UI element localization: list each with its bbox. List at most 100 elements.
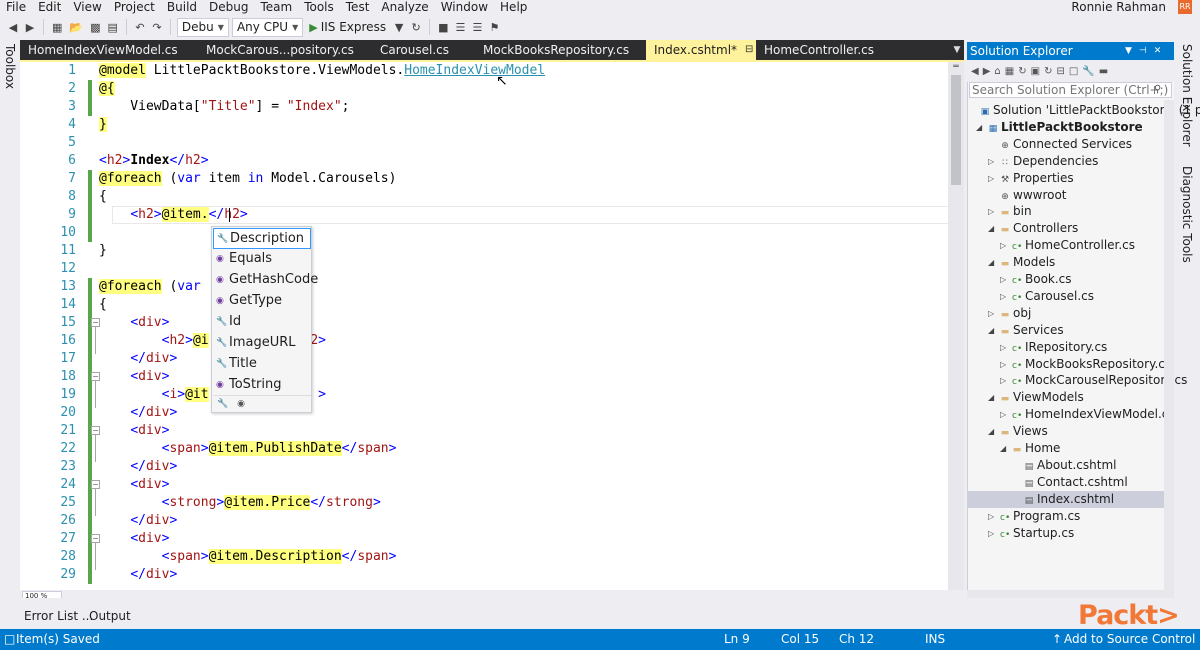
- preview-icon[interactable]: ▬: [1099, 66, 1108, 77]
- bookmark-icon[interactable]: ⚑: [487, 17, 501, 37]
- properties-icon[interactable]: 🔧: [1082, 66, 1094, 77]
- collapse-arrow-icon[interactable]: ◢: [988, 220, 994, 237]
- back-icon[interactable]: ◀: [971, 66, 979, 77]
- tree-node[interactable]: c• MockBooksRepository.cs: [1012, 356, 1171, 373]
- code-line[interactable]: <span>@item.Description</span>: [99, 548, 396, 566]
- expand-arrow-icon[interactable]: ▷: [1000, 356, 1006, 373]
- tree-node[interactable]: ▤ Contact.cshtml: [1024, 474, 1128, 491]
- code-line[interactable]: <strong>@item.Price</strong>: [99, 494, 381, 512]
- completion-item[interactable]: 🔧 ImageURL: [213, 333, 311, 354]
- intellisense-completion-list[interactable]: ◉ ToString 🔧 Title 🔧 ImageURL 🔧 Id ◉ GetType ◉ GetH…: [211, 226, 318, 413]
- completion-item[interactable]: ◉ GetType: [213, 291, 311, 312]
- solution-explorer-search-input[interactable]: [969, 82, 1172, 98]
- pin-icon[interactable]: ⊟: [745, 40, 753, 60]
- code-line[interactable]: </div>: [99, 512, 177, 530]
- show-all-files-icon[interactable]: □: [1069, 66, 1078, 77]
- tree-node[interactable]: ▬ bin: [1000, 203, 1032, 220]
- code-line[interactable]: }: [99, 116, 107, 134]
- menu-project[interactable]: Project: [108, 0, 161, 14]
- comment-icon[interactable]: ☰: [453, 17, 467, 37]
- code-line[interactable]: <div>: [99, 422, 169, 440]
- code-line[interactable]: </div>: [99, 458, 177, 476]
- code-line[interactable]: ViewData["Title"] = "Index";: [99, 98, 349, 116]
- tree-node[interactable]: ⊕ wwwroot: [1000, 187, 1066, 204]
- completion-item[interactable]: ◉ GetHashCode: [213, 270, 318, 291]
- method-icon[interactable]: ◉: [237, 399, 245, 409]
- expand-arrow-icon[interactable]: ▷: [1000, 237, 1006, 254]
- tab-homecontroller-cs[interactable]: HomeController.cs: [756, 40, 884, 60]
- switch-views-icon[interactable]: ▦: [1005, 66, 1014, 77]
- chevron-down-icon[interactable]: ▼: [950, 40, 964, 60]
- completion-item[interactable]: 🔧 Description: [213, 228, 311, 249]
- tree-node[interactable]: ▬ ViewModels: [1000, 389, 1084, 406]
- code-line[interactable]: @model LittlePacktBookstore.ViewModels.H…: [99, 62, 545, 80]
- save-all-icon[interactable]: ▤: [106, 17, 120, 37]
- tree-node[interactable]: c• Book.cs: [1012, 271, 1072, 288]
- forward-icon[interactable]: ▶: [23, 17, 37, 37]
- menu-team[interactable]: Team: [254, 0, 298, 14]
- code-line[interactable]: @{: [99, 80, 115, 98]
- expand-arrow-icon[interactable]: ▷: [988, 305, 994, 322]
- expand-arrow-icon[interactable]: ▷: [988, 203, 994, 220]
- code-line[interactable]: <h2>Index</h2>: [99, 152, 209, 170]
- code-line[interactable]: <h2>@item.</h2>: [99, 206, 248, 224]
- tab-mockbooksrepository-cs[interactable]: MockBooksRepository.cs: [475, 40, 646, 60]
- menu-edit[interactable]: Edit: [32, 0, 67, 14]
- tree-node[interactable]: c• HomeController.cs: [1012, 237, 1135, 254]
- expand-arrow-icon[interactable]: ▷: [1000, 288, 1006, 305]
- code-line[interactable]: <div>: [99, 314, 169, 332]
- code-line[interactable]: </div>: [99, 404, 177, 422]
- expand-arrow-icon[interactable]: ▷: [988, 170, 994, 187]
- completion-item[interactable]: ◉ ToString: [213, 375, 311, 396]
- menu-analyze[interactable]: Analyze: [375, 0, 434, 14]
- tree-node[interactable]: c• MockCarouselRepository.cs: [1012, 372, 1187, 389]
- collapse-arrow-icon[interactable]: ◢: [988, 423, 994, 440]
- tree-node[interactable]: ▬ Services: [1000, 322, 1064, 339]
- code-line[interactable]: <div>: [99, 368, 169, 386]
- menu-build[interactable]: Build: [161, 0, 203, 14]
- collapse-arrow-icon[interactable]: ◢: [988, 322, 994, 339]
- forward-icon[interactable]: ▶: [983, 66, 991, 77]
- uncomment-icon[interactable]: ☰: [470, 17, 484, 37]
- menu-window[interactable]: Window: [435, 0, 494, 14]
- output-tab[interactable]: Output: [89, 609, 131, 623]
- refresh-icon[interactable]: ↻: [1044, 66, 1052, 77]
- pin-icon[interactable]: ⊣: [1139, 42, 1147, 60]
- redo-icon[interactable]: ↷: [150, 17, 164, 37]
- error-list-tab[interactable]: Error List ...: [24, 609, 93, 623]
- menu-help[interactable]: Help: [494, 0, 533, 14]
- completion-item[interactable]: 🔧 Id: [213, 312, 311, 333]
- collapse-arrow-icon[interactable]: ◢: [976, 119, 982, 136]
- expand-arrow-icon[interactable]: ▷: [988, 525, 994, 542]
- user-avatar[interactable]: RR: [1178, 0, 1192, 14]
- diagnostic-tools-side-tab[interactable]: Diagnostic Tools: [1180, 166, 1194, 263]
- code-line[interactable]: @foreach (var item in Model.Carousels): [99, 170, 396, 188]
- tab-index-cshtml[interactable]: Index.cshtml* ⊟ ✕: [646, 40, 770, 60]
- chevron-down-icon[interactable]: ▼: [1125, 42, 1132, 60]
- tree-node[interactable]: c• IRepository.cs: [1012, 339, 1107, 356]
- menu-view[interactable]: View: [67, 0, 107, 14]
- split-window-icon[interactable]: ═: [950, 62, 962, 72]
- expand-arrow-icon[interactable]: ▷: [988, 508, 994, 525]
- code-line[interactable]: <div>: [99, 530, 169, 548]
- completion-item[interactable]: ◉ Equals: [213, 249, 311, 270]
- home-icon[interactable]: ⌂: [994, 66, 1000, 77]
- code-line[interactable]: </div>: [99, 350, 177, 368]
- solution-explorer-side-tab[interactable]: Solution Explorer: [1180, 44, 1194, 147]
- tree-node[interactable]: c• HomeIndexViewModel.cs: [1012, 406, 1175, 423]
- expand-arrow-icon[interactable]: ▷: [1000, 271, 1006, 288]
- tree-node[interactable]: ∷ Dependencies: [1000, 153, 1098, 170]
- toolbox-tab[interactable]: Toolbox: [3, 44, 17, 89]
- tree-node[interactable]: ⚒ Properties: [1000, 170, 1074, 187]
- tree-node[interactable]: c• Program.cs: [1000, 508, 1080, 525]
- collapse-all-icon[interactable]: ⊟: [1056, 66, 1064, 77]
- expand-arrow-icon[interactable]: ▷: [1000, 339, 1006, 356]
- open-file-icon[interactable]: 📂: [67, 17, 85, 37]
- expand-arrow-icon[interactable]: ▷: [1000, 372, 1006, 389]
- solution-explorer-vertical-scrollbar[interactable]: [1164, 100, 1174, 590]
- add-to-source-control-button[interactable]: Add to Source Control: [1064, 629, 1195, 650]
- scrollbar-thumb[interactable]: [951, 75, 961, 185]
- browser-link-icon[interactable]: ■: [436, 17, 450, 37]
- pending-changes-icon[interactable]: ▣: [1031, 66, 1040, 77]
- code-line[interactable]: <div>: [99, 476, 169, 494]
